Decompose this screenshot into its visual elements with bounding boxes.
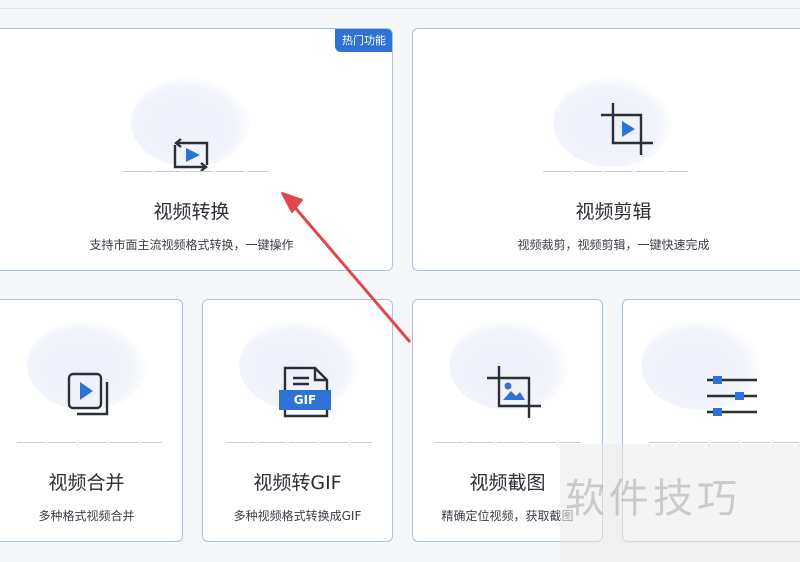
feature-grid-page: 视频转换 支持市面主流视频格式转换，一键操作 热门功能 视频剪辑 视频裁剪，视频… <box>0 0 800 562</box>
red-annotation-arrow <box>281 192 412 343</box>
